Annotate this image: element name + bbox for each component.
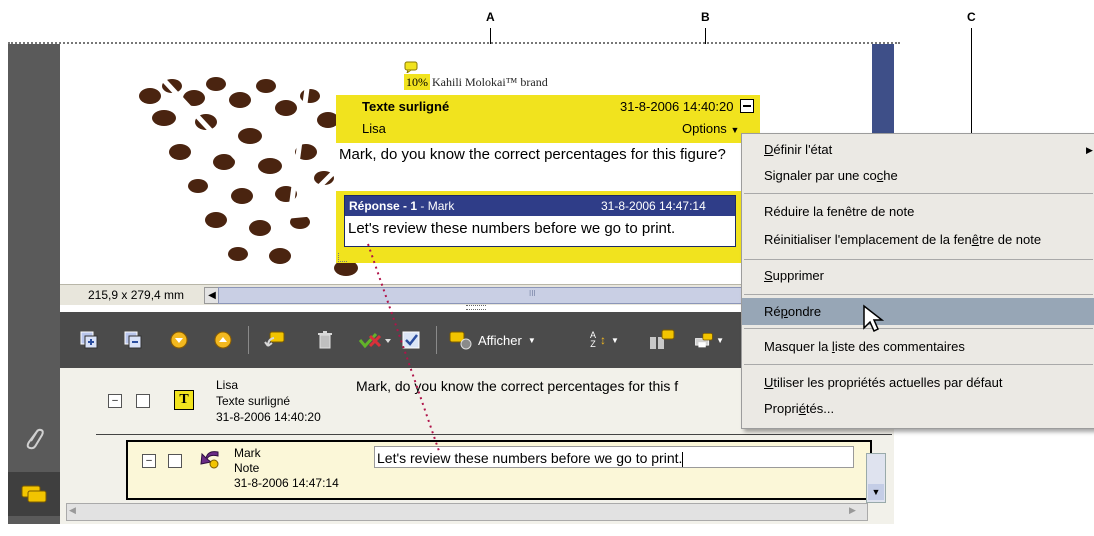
sort-arrows-icon: ↕ (600, 333, 606, 347)
collapse-icon[interactable]: – (108, 394, 122, 408)
reply-arrow-icon (198, 448, 222, 470)
sort-icon: A Z (589, 330, 596, 349)
callout-a: A (486, 10, 495, 24)
show-menu-button[interactable]: Afficher ▼ (448, 329, 536, 351)
reply-header: Réponse - 1 - Mark 31-8-2006 14:47:14 (345, 196, 735, 216)
reply-author: Mark (427, 199, 455, 213)
reply-author: Mark (234, 446, 261, 460)
menu-item-reset-note-location[interactable]: Réinitialiser l'emplacement de la fenêtr… (742, 228, 1094, 252)
scroll-down-icon[interactable]: ▼ (868, 484, 884, 500)
show-label: Afficher (478, 332, 522, 348)
highlight-text-icon: T (174, 390, 194, 410)
note-options-button[interactable]: Options ▼ (682, 121, 739, 136)
menu-separator (744, 328, 1093, 329)
chevron-down-icon: ▼ (716, 335, 724, 345)
note-title: Texte surligné (362, 99, 450, 114)
reply-row[interactable]: – Mark Note 31-8-2006 14:47:14 Let's rev… (126, 440, 872, 500)
chevron-down-icon: ▼ (730, 125, 740, 135)
callout-b: B (701, 10, 710, 24)
menu-item-delete[interactable]: Supprimer (742, 264, 1094, 288)
reply-date: 31-8-2006 14:47:14 (234, 476, 339, 490)
menu-item-minimize-note[interactable]: Réduire la fenêtre de note (742, 200, 1094, 224)
submenu-arrow-icon: ▶ (1086, 145, 1093, 155)
connector-line (367, 243, 441, 455)
comment-date: 31-8-2006 14:40:20 (216, 410, 321, 424)
comment-author: Lisa (216, 378, 239, 392)
note-header[interactable]: Texte surligné 31-8-2006 14:40:20 Lisa O… (336, 95, 760, 139)
vertical-scrollbar[interactable]: ▼ (866, 453, 886, 503)
print-comments-icon[interactable]: ▼ (694, 329, 724, 351)
reply-type: Note (234, 461, 260, 475)
scroll-right-icon[interactable]: ▶ (849, 505, 856, 516)
menu-item-use-current-properties[interactable]: Utiliser les propriétés actuelles par dé… (742, 371, 1094, 395)
reply-timestamp: 31-8-2006 14:47:14 (601, 199, 706, 213)
trash-icon[interactable] (314, 329, 336, 351)
sort-menu-button[interactable]: A Z ↕ ▼ (588, 327, 619, 353)
scroll-left-icon[interactable]: ◀ (69, 505, 76, 516)
chevron-down-icon: ▼ (527, 335, 536, 345)
note-timestamp: 31-8-2006 14:40:20 (620, 99, 734, 114)
menu-item-hide-comment-list[interactable]: Masquer la liste des commentaires (742, 335, 1094, 359)
comment-type: Texte surligné (216, 394, 291, 408)
collapse-all-icon[interactable] (122, 329, 144, 351)
menu-item-properties[interactable]: Propriétés... (742, 397, 1094, 421)
options-context-menu: Définir l'état ▶ Signaler par une coche R… (741, 133, 1094, 429)
splitter-handle[interactable] (466, 305, 486, 310)
reply-icon[interactable] (264, 329, 286, 351)
callout-c: C (967, 10, 976, 24)
comment-checkbox[interactable] (168, 454, 182, 468)
note-body[interactable]: Mark, do you know the correct percentage… (336, 143, 760, 191)
note-resize-handle[interactable] (338, 253, 347, 262)
expand-all-icon[interactable] (78, 329, 100, 351)
page-size-label: 215,9 x 279,4 mm (88, 288, 185, 302)
brand-text: Kahili Molokai™ brand (432, 75, 548, 89)
reply-body[interactable]: Let's review these numbers before we go … (345, 216, 735, 242)
comments-icon[interactable] (8, 472, 60, 516)
thread-divider (96, 434, 892, 435)
text-cursor (682, 451, 684, 467)
previous-comment-icon[interactable] (212, 329, 234, 351)
scroll-grip: III (529, 289, 536, 298)
percent-highlight[interactable]: 10% (404, 74, 430, 90)
note-popup[interactable]: Texte surligné 31-8-2006 14:40:20 Lisa O… (336, 95, 760, 263)
comment-checkbox[interactable] (136, 394, 150, 408)
menu-separator (744, 259, 1093, 260)
chevron-down-icon: ▼ (611, 335, 619, 345)
mouse-cursor-icon (863, 304, 884, 333)
navigation-pane (8, 44, 60, 524)
note-author: Lisa (362, 121, 386, 136)
menu-item-reply[interactable]: Répondre (742, 298, 1094, 325)
toolbar-separator (248, 326, 249, 354)
next-comment-icon[interactable] (168, 329, 190, 351)
search-comments-icon[interactable] (648, 329, 676, 351)
attachments-icon[interactable] (22, 426, 48, 452)
reply-number: 1 (410, 199, 418, 213)
menu-separator (744, 364, 1093, 365)
menu-separator (744, 294, 1093, 295)
menu-item-set-status[interactable]: Définir l'état ▶ (742, 138, 1094, 162)
reply-label: Réponse (349, 199, 400, 213)
menu-item-mark-checked[interactable]: Signaler par une coche (742, 164, 1094, 188)
list-horizontal-scrollbar[interactable]: ◀ ▶ (66, 503, 868, 521)
options-label: Options (682, 121, 727, 136)
minimize-note-icon[interactable] (740, 99, 754, 113)
collapse-icon[interactable]: – (142, 454, 156, 468)
menu-separator (744, 193, 1093, 194)
note-marker-icon[interactable] (404, 60, 418, 75)
